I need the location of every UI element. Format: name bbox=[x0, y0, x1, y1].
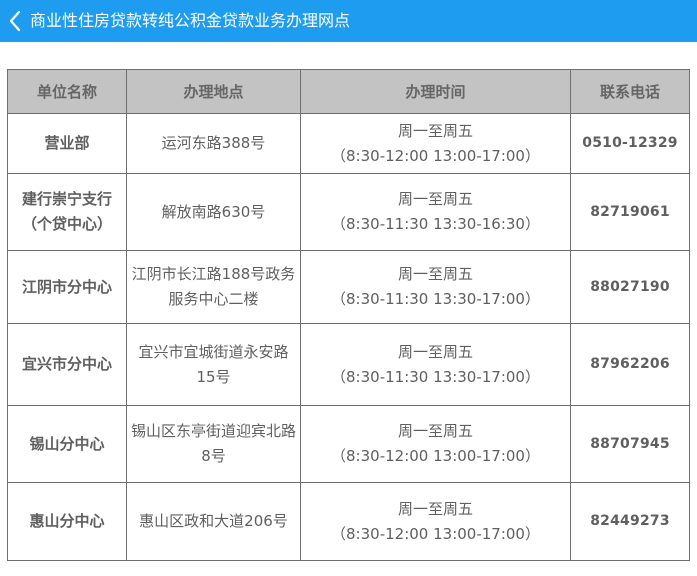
location-text: 江阴市长江路188号政务服务中心二楼 bbox=[131, 265, 296, 308]
unit-name-text: 惠山分中心 bbox=[29, 512, 105, 530]
table-row: 营业部 运河东路388号 周一至周五 （8:30-12:00 13:00-17:0… bbox=[7, 113, 690, 174]
hours-times-text: （8:30-12:00 13:00-17:00） bbox=[331, 146, 540, 165]
unit-name-cell: 宜兴市分中心 bbox=[7, 323, 127, 406]
branch-table: 单位名称 办理地点 办理时间 联系电话 营业部 运河东路388号 周一至周五 （8… bbox=[7, 69, 690, 561]
unit-name-subtext: （个贷中心） bbox=[21, 215, 112, 233]
hours-cell: 周一至周五 （8:30-11:30 13:30-17:00） bbox=[300, 250, 571, 324]
hours-days-text: 周一至周五 bbox=[397, 190, 473, 208]
top-nav-bar: 商业性住房贷款转纯公积金贷款业务办理网点 bbox=[0, 0, 697, 42]
hours-days-text: 周一至周五 bbox=[397, 265, 473, 283]
location-text: 宜兴市宜城街道永安路15号 bbox=[138, 342, 289, 386]
unit-name-text: 营业部 bbox=[44, 134, 90, 152]
unit-name-cell: 锡山分中心 bbox=[7, 405, 127, 483]
location-cell: 宜兴市宜城街道永安路15号 bbox=[126, 323, 301, 406]
unit-name-cell: 建行崇宁支行 （个贷中心） bbox=[7, 173, 127, 251]
location-cell: 运河东路388号 bbox=[126, 113, 301, 174]
column-header-unit-name: 单位名称 bbox=[7, 69, 127, 114]
location-cell: 江阴市长江路188号政务服务中心二楼 bbox=[126, 250, 301, 324]
unit-name-text: 江阴市分中心 bbox=[21, 277, 112, 296]
phone-cell: 88027190 bbox=[570, 250, 690, 324]
hours-cell: 周一至周五 （8:30-11:30 13:30-16:30） bbox=[300, 173, 571, 251]
table-row: 建行崇宁支行 （个贷中心） 解放南路630号 周一至周五 （8:30-11:30 1… bbox=[7, 173, 690, 251]
unit-name-text: 锡山分中心 bbox=[29, 434, 105, 453]
unit-name-text: 建行崇宁支行 bbox=[21, 190, 112, 208]
table-row: 锡山分中心 锡山区东亭街道迎宾北路8号 周一至周五 （8:30-12:00 13:… bbox=[7, 405, 690, 483]
location-text: 锡山区东亭街道迎宾北路8号 bbox=[131, 422, 297, 465]
hours-times-text: （8:30-12:00 13:00-17:00） bbox=[331, 447, 540, 465]
column-header-hours: 办理时间 bbox=[300, 69, 571, 114]
unit-name-text: 宜兴市分中心 bbox=[21, 355, 112, 373]
table-header-row: 单位名称 办理地点 办理时间 联系电话 bbox=[7, 69, 690, 114]
phone-cell: 88707945 bbox=[570, 405, 690, 483]
location-cell: 解放南路630号 bbox=[126, 173, 301, 251]
location-cell: 惠山区政和大道206号 bbox=[126, 482, 301, 561]
table-row: 惠山分中心 惠山区政和大道206号 周一至周五 （8:30-12:00 13:00… bbox=[7, 482, 690, 561]
unit-name-cell: 营业部 bbox=[7, 113, 127, 174]
branch-table-container: 单位名称 办理地点 办理时间 联系电话 营业部 运河东路388号 周一至周五 （8… bbox=[7, 69, 690, 561]
hours-cell: 周一至周五 （8:30-12:00 13:00-17:00） bbox=[300, 405, 571, 483]
table-row: 宜兴市分中心 宜兴市宜城街道永安路15号 周一至周五 （8:30-11:30 13… bbox=[7, 323, 690, 406]
hours-days-text: 周一至周五 bbox=[397, 422, 473, 440]
column-header-phone: 联系电话 bbox=[570, 69, 690, 114]
hours-days-text: 周一至周五 bbox=[397, 342, 473, 361]
chevron-left-icon bbox=[8, 10, 22, 32]
hours-days-text: 周一至周五 bbox=[397, 499, 473, 518]
location-text: 解放南路630号 bbox=[161, 202, 266, 221]
phone-cell: 82719061 bbox=[570, 173, 690, 251]
column-header-location: 办理地点 bbox=[126, 69, 301, 114]
phone-cell: 87962206 bbox=[570, 323, 690, 406]
hours-times-text: （8:30-12:00 13:00-17:00） bbox=[331, 524, 540, 543]
hours-cell: 周一至周五 （8:30-12:00 13:00-17:00） bbox=[300, 113, 571, 174]
unit-name-cell: 江阴市分中心 bbox=[7, 250, 127, 324]
phone-cell: 0510-12329 bbox=[570, 113, 690, 174]
hours-cell: 周一至周五 （8:30-12:00 13:00-17:00） bbox=[300, 482, 571, 561]
location-text: 运河东路388号 bbox=[161, 134, 266, 152]
location-text: 惠山区政和大道206号 bbox=[139, 512, 288, 530]
hours-days-text: 周一至周五 bbox=[397, 121, 473, 140]
unit-name-cell: 惠山分中心 bbox=[7, 482, 127, 561]
hours-cell: 周一至周五 （8:30-11:30 13:30-17:00） bbox=[300, 323, 571, 406]
phone-cell: 82449273 bbox=[570, 482, 690, 561]
location-cell: 锡山区东亭街道迎宾北路8号 bbox=[126, 405, 301, 483]
page-title: 商业性住房贷款转纯公积金贷款业务办理网点 bbox=[30, 11, 351, 30]
hours-times-text: （8:30-11:30 13:30-17:00） bbox=[331, 290, 540, 308]
hours-times-text: （8:30-11:30 13:30-16:30） bbox=[331, 215, 540, 233]
back-button[interactable] bbox=[0, 0, 30, 42]
hours-times-text: （8:30-11:30 13:30-17:00） bbox=[331, 367, 540, 386]
table-row: 江阴市分中心 江阴市长江路188号政务服务中心二楼 周一至周五 （8:30-11:… bbox=[7, 250, 690, 324]
